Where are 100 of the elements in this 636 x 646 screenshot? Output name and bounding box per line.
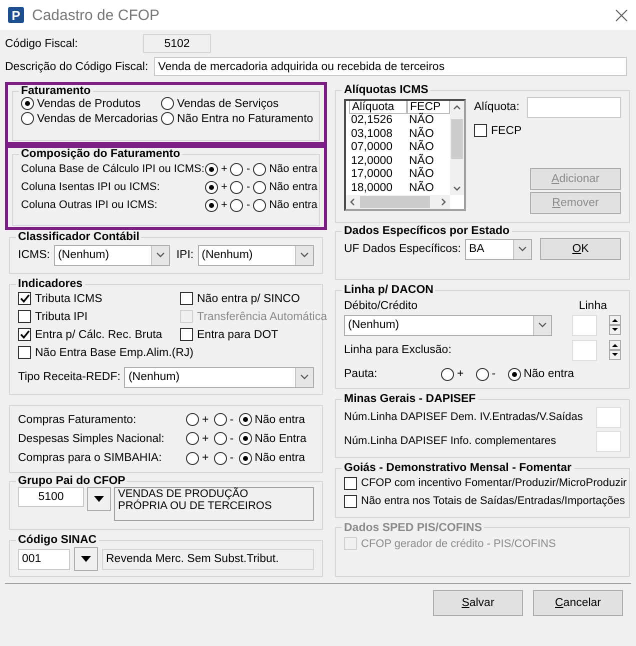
- number-field[interactable]: [572, 340, 597, 361]
- table-cell-text: 18,0000: [350, 182, 394, 195]
- radio-option[interactable]: -: [214, 432, 234, 446]
- close-icon[interactable]: [615, 8, 628, 22]
- chevron-down-icon[interactable]: [513, 240, 532, 258]
- checkbox-box: [344, 476, 357, 490]
- rate-table[interactable]: Alíquota FECP 02,1526 NÃO 03,1008 NÃO 07,0000 NÃO 12,0000 NÃO 17,0000 NÃO 18,0000 NÃO: [344, 99, 466, 211]
- checkbox-box: [180, 310, 193, 323]
- dropdown-button[interactable]: [74, 547, 98, 571]
- table-cell-text: 17,0000: [350, 168, 394, 182]
- column-header[interactable]: Alíquota: [349, 101, 407, 114]
- checkbox-box: [18, 328, 31, 341]
- radio-option[interactable]: +: [186, 452, 209, 465]
- checkbox[interactable]: Não Entra Base Emp.Alim.(RJ): [18, 346, 194, 359]
- checkbox[interactable]: Não entra p/ SINCO: [180, 292, 300, 305]
- radio-option[interactable]: -: [230, 162, 250, 176]
- radio-option[interactable]: -: [230, 198, 250, 212]
- radio-option[interactable]: Não entra: [253, 162, 318, 176]
- radio-option[interactable]: Vendas de Serviços: [161, 97, 314, 110]
- field-label: UF Dados Específicos:: [344, 243, 461, 255]
- row-label: Coluna Isentas IPI ou ICMS:: [21, 181, 160, 193]
- column-header[interactable]: FECP: [407, 101, 450, 114]
- radio-option[interactable]: +: [205, 198, 228, 212]
- chevron-down-icon[interactable]: [151, 246, 170, 264]
- field-label: Tipo Receita-REDF:: [18, 371, 120, 383]
- horizontal-scrollbar[interactable]: [346, 195, 450, 209]
- spin-arrows-icon[interactable]: [609, 315, 621, 336]
- group-title: Código SINAC: [17, 534, 98, 546]
- dropdown[interactable]: (Nenhum): [198, 244, 314, 266]
- radio-option[interactable]: Vendas de Mercadorias: [21, 112, 161, 125]
- description-field[interactable]: Venda de mercadoria adquirida ou recebida de terceiros: [154, 57, 627, 76]
- radio-option[interactable]: Não entra: [253, 198, 318, 212]
- dropdown[interactable]: BA: [464, 238, 532, 260]
- group-title: Dados SPED PIS/COFINS: [343, 522, 484, 534]
- checkbox-box: [344, 537, 357, 550]
- vertical-scrollbar[interactable]: [450, 101, 464, 195]
- radio-option[interactable]: -: [230, 180, 250, 194]
- radio-option[interactable]: Não entra: [253, 180, 318, 194]
- checkbox[interactable]: CFOP com incentivo Fomentar/Produzir/MicroProduzir: [344, 476, 627, 490]
- radio-option[interactable]: +: [205, 162, 228, 176]
- radio-option[interactable]: Não Entra: [238, 432, 306, 446]
- table-cell-text: 12,0000: [350, 154, 394, 168]
- radio-option[interactable]: -: [476, 368, 496, 381]
- row-label: Coluna Outras IPI ou ICMS:: [21, 199, 158, 211]
- field-label: IPI:: [176, 249, 194, 261]
- rate-field[interactable]: [527, 96, 621, 118]
- table-cell-text: NÃO: [408, 128, 435, 140]
- radio-option[interactable]: +: [186, 432, 209, 446]
- group-title: Classificador Contábil: [17, 231, 140, 243]
- dropdown[interactable]: (Nenhum): [344, 314, 552, 336]
- checkbox-box: [180, 328, 193, 341]
- code-field[interactable]: 5102: [143, 34, 211, 53]
- table-cell-text: NÃO: [408, 154, 435, 166]
- group-title: Alíquotas ICMS: [343, 84, 430, 96]
- group-title: Indicadores: [17, 278, 84, 290]
- radio-option[interactable]: -: [214, 452, 234, 465]
- radio-option[interactable]: +: [205, 180, 228, 194]
- radio-option[interactable]: Vendas de Produtos: [21, 97, 161, 110]
- radio-option[interactable]: -: [214, 413, 234, 426]
- field-label: Pauta:: [344, 368, 378, 380]
- group-title: Goiás - Demonstrativo Mensal - Fomentar: [343, 462, 572, 474]
- chevron-down-icon[interactable]: [533, 316, 551, 335]
- checkbox[interactable]: FECP: [474, 124, 621, 137]
- checkbox[interactable]: Entra p/ Cálc. Rec. Bruta: [18, 328, 162, 341]
- field-label: Alíquota:: [474, 101, 520, 113]
- table-cell-text: NÃO: [408, 141, 435, 154]
- field-label: ICMS:: [18, 249, 50, 261]
- dropdown[interactable]: (Nenhum): [54, 244, 170, 266]
- spin-arrows-icon[interactable]: [609, 340, 621, 360]
- triangle-down-icon: [81, 556, 91, 562]
- description-field: VENDAS DE PRODUÇÃO PRÓPRIA OU DE TERCEIROS: [114, 487, 314, 521]
- radio-option[interactable]: +: [186, 413, 209, 426]
- number-field[interactable]: [596, 406, 621, 428]
- table-cell-text: 07,0000: [350, 141, 394, 154]
- code-field[interactable]: 5100: [18, 487, 84, 507]
- radio-option[interactable]: Não entra: [238, 413, 306, 426]
- checkbox-box: [474, 124, 487, 137]
- push-button[interactable]: OK: [540, 238, 621, 260]
- checkbox-box: [344, 494, 357, 508]
- chevron-down-icon[interactable]: [295, 246, 313, 264]
- push-button[interactable]: Cancelar: [533, 590, 623, 616]
- checkbox[interactable]: Tributa ICMS: [18, 292, 102, 305]
- row-label: Coluna Base de Cálculo IPI ou ICMS:: [21, 163, 204, 175]
- radio-option[interactable]: Não entra: [508, 368, 574, 381]
- radio-option[interactable]: Não Entra no Faturamento: [161, 112, 314, 125]
- push-button[interactable]: Salvar: [433, 590, 523, 616]
- row-label: Compras para o SIMBAHIA:: [18, 452, 162, 464]
- number-field[interactable]: [596, 430, 621, 452]
- checkbox[interactable]: Entra para DOT: [180, 328, 278, 341]
- group-title: Linha p/ DACON: [343, 284, 434, 296]
- number-field[interactable]: [572, 314, 597, 336]
- radio-option[interactable]: Não entra: [238, 452, 306, 465]
- dropdown-button[interactable]: [87, 487, 111, 511]
- checkbox[interactable]: Não entra nos Totais de Saídas/Entradas/Importações: [344, 494, 625, 508]
- chevron-down-icon[interactable]: [295, 368, 313, 386]
- dropdown[interactable]: (Nenhum): [124, 366, 314, 388]
- row-label: Compras Faturamento:: [18, 414, 136, 426]
- code-field[interactable]: 001: [18, 548, 70, 570]
- radio-option[interactable]: +: [441, 368, 464, 381]
- checkbox[interactable]: Tributa IPI: [18, 310, 88, 323]
